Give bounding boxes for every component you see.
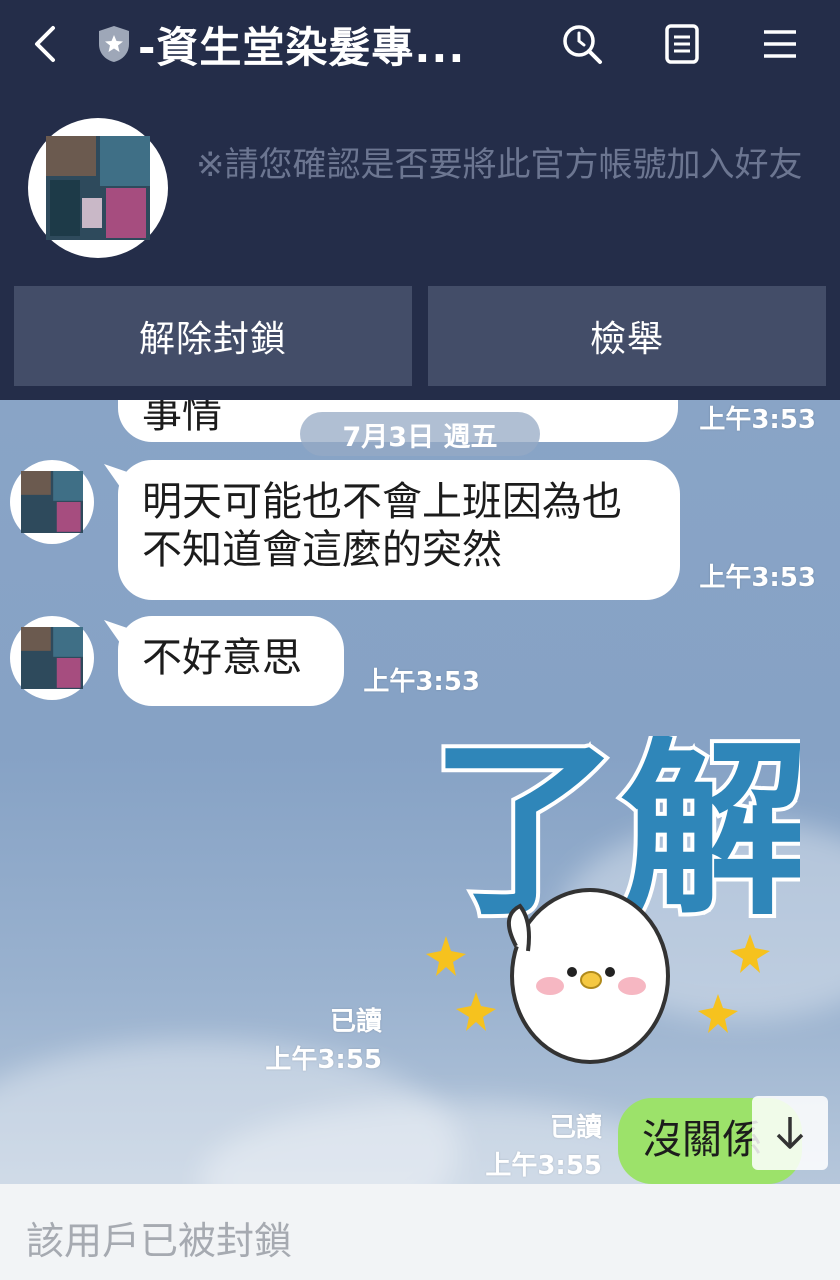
nav-bar: -資生堂染髮專... [0, 0, 840, 88]
sticker-image: 了解 [426, 716, 814, 1064]
read-label: 已讀 [329, 1007, 382, 1037]
search-button[interactable] [552, 14, 612, 74]
message-time: 上午3:53 [699, 563, 816, 593]
message-text: 不好意思 [142, 635, 302, 681]
menu-button[interactable] [750, 14, 810, 74]
notes-icon [665, 24, 699, 64]
chat-title-area[interactable]: -資生堂染髮專... [96, 18, 536, 72]
read-label: 已讀 [549, 1113, 602, 1143]
menu-icon [764, 30, 796, 58]
chat-area[interactable]: 事情 上午3:53 7月3日 週五 明天可能也不會上班因為也不知道會這麼的突然 … [0, 400, 840, 1184]
sender-avatar[interactable] [10, 460, 94, 544]
date-separator: 7月3日 週五 [300, 412, 540, 456]
input-bar: 該用戶已被封鎖 [0, 1184, 840, 1280]
message-bubble[interactable]: 明天可能也不會上班因為也不知道會這麼的突然 [118, 460, 680, 600]
message-time: 上午3:53 [363, 667, 480, 697]
sticker-read-status: 已讀 上午3:55 [240, 1006, 382, 1076]
message-bubble[interactable]: 不好意思 [118, 616, 344, 706]
profile-row: ※請您確認是否要將此官方帳號加入好友 [0, 110, 840, 270]
unblock-button[interactable]: 解除封鎖 [14, 286, 412, 386]
message-time: 上午3:55 [485, 1151, 602, 1181]
message-time: 上午3:53 [699, 405, 816, 435]
chat-title: -資生堂染髮專... [138, 22, 466, 72]
arrow-down-icon [776, 1117, 804, 1149]
scroll-to-bottom-button[interactable] [752, 1096, 828, 1170]
notes-button[interactable] [652, 14, 712, 74]
chat-header: -資生堂染髮專... ※請您確認是否要將此官方帳號加入好友 解除封鎖 檢舉 [0, 0, 840, 400]
message-text: 明天可能也不會上班因為也不知道會這麼的突然 [142, 479, 622, 573]
avatar-image [46, 136, 150, 240]
sent-read-status: 已讀 上午3:55 [460, 1112, 602, 1182]
back-icon [35, 26, 55, 62]
account-avatar[interactable] [28, 118, 168, 258]
blocked-notice: 該用戶已被封鎖 [26, 1219, 293, 1263]
shield-star-icon [99, 26, 129, 62]
sticker[interactable]: 了解 [420, 716, 814, 1076]
report-button[interactable]: 檢舉 [428, 286, 826, 386]
search-icon [563, 25, 602, 64]
message-text: 事情 [142, 400, 222, 437]
sender-avatar[interactable] [10, 616, 94, 700]
avatar-image [21, 471, 83, 533]
add-friend-notice: ※請您確認是否要將此官方帳號加入好友 [196, 145, 803, 185]
message-text: 沒關係 [642, 1117, 762, 1163]
back-button[interactable] [16, 14, 76, 74]
message-time: 上午3:55 [265, 1045, 382, 1075]
avatar-image [21, 627, 83, 689]
